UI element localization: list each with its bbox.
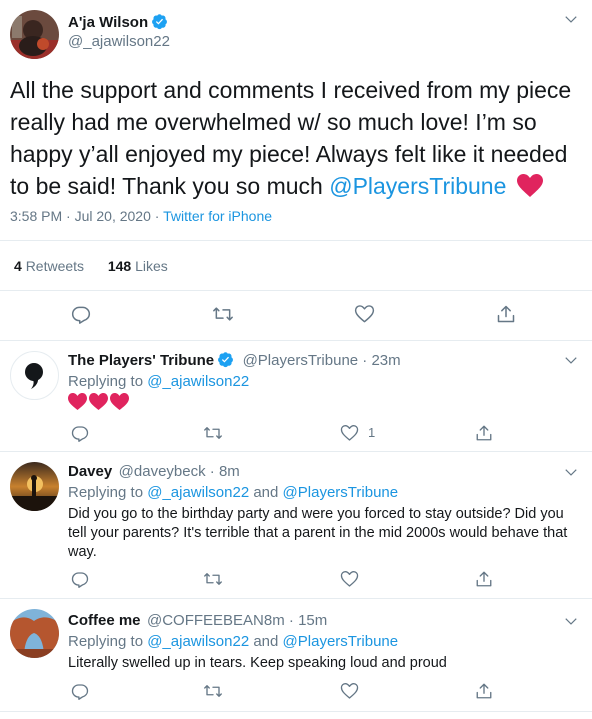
share-icon[interactable] bbox=[475, 570, 493, 588]
reply-author-name[interactable]: Coffee me bbox=[68, 612, 141, 629]
author-handle[interactable]: @_ajawilson22 bbox=[68, 33, 170, 50]
retweet-icon[interactable] bbox=[203, 424, 223, 442]
divider bbox=[0, 451, 592, 452]
replying-to-label: Replying to bbox=[68, 484, 148, 501]
like-icon[interactable] bbox=[340, 424, 359, 442]
replying-to-mention[interactable]: @PlayersTribune bbox=[283, 633, 399, 650]
author-avatar[interactable] bbox=[10, 10, 59, 59]
reply-icon[interactable] bbox=[71, 682, 89, 700]
verified-badge-icon bbox=[217, 351, 234, 373]
retweets-count: 4 bbox=[14, 258, 22, 274]
reply-text: Literally swelled up in tears. Keep spea… bbox=[68, 655, 447, 671]
reply-author-handle[interactable]: @COFFEEBEAN8m bbox=[147, 612, 285, 629]
chevron-down-icon[interactable] bbox=[564, 353, 578, 367]
likes-count: 148 bbox=[107, 258, 132, 274]
replying-to-mention[interactable]: @PlayersTribune bbox=[283, 484, 399, 501]
like-icon[interactable] bbox=[354, 304, 375, 324]
mention-link[interactable]: @PlayersTribune bbox=[329, 173, 506, 199]
reply-time[interactable]: · 23m bbox=[358, 352, 400, 369]
reply-avatar[interactable] bbox=[10, 351, 59, 400]
replying-to-mention[interactable]: @_ajawilson22 bbox=[147, 633, 249, 650]
author-name[interactable]: A'ja Wilson bbox=[68, 14, 148, 31]
reply-author-handle[interactable]: @PlayersTribune bbox=[243, 352, 359, 369]
replying-to-mention[interactable]: @_ajawilson22 bbox=[147, 373, 249, 390]
verified-badge-icon bbox=[151, 13, 168, 35]
chevron-down-icon[interactable] bbox=[564, 465, 578, 479]
reply-icon[interactable] bbox=[71, 570, 89, 588]
share-icon[interactable] bbox=[496, 304, 516, 324]
share-icon[interactable] bbox=[475, 424, 493, 442]
reply-time[interactable]: · 8m bbox=[206, 463, 240, 480]
divider bbox=[0, 290, 592, 291]
reply-author-handle[interactable]: @daveybeck bbox=[119, 463, 206, 480]
reply-icon[interactable] bbox=[71, 304, 91, 324]
chevron-down-icon[interactable] bbox=[564, 12, 578, 26]
reply-author-name[interactable]: Davey bbox=[68, 463, 112, 480]
timestamp-separator: · bbox=[150, 208, 164, 224]
replying-to-mention[interactable]: @_ajawilson22 bbox=[147, 484, 249, 501]
like-icon[interactable] bbox=[340, 570, 359, 588]
likes-label: Likes bbox=[135, 258, 168, 274]
red-heart-emoji bbox=[516, 174, 543, 206]
chevron-down-icon[interactable] bbox=[564, 614, 578, 628]
divider bbox=[0, 711, 592, 712]
replying-and-label: and bbox=[249, 484, 283, 501]
like-icon[interactable] bbox=[340, 682, 359, 700]
replying-to-label: Replying to bbox=[68, 373, 148, 390]
retweet-icon[interactable] bbox=[212, 304, 234, 324]
like-count: 1 bbox=[368, 425, 376, 440]
reply-text bbox=[68, 393, 130, 416]
tweet-source-link[interactable]: Twitter for iPhone bbox=[163, 208, 272, 224]
likes-stat[interactable]: 148 Likes bbox=[108, 258, 168, 274]
red-heart-emoji bbox=[68, 393, 129, 410]
reply-icon[interactable] bbox=[71, 424, 89, 442]
reply-author-name[interactable]: The Players' Tribune bbox=[68, 352, 214, 369]
share-icon[interactable] bbox=[475, 682, 493, 700]
replying-to-label: Replying to bbox=[68, 633, 148, 650]
reply-avatar[interactable] bbox=[10, 462, 59, 511]
retweets-label: Retweets bbox=[25, 258, 85, 274]
reply-avatar[interactable] bbox=[10, 609, 59, 658]
tweet-timestamp[interactable]: 3:58 PM · Jul 20, 2020 bbox=[10, 208, 151, 224]
replying-and-label: and bbox=[249, 633, 283, 650]
divider bbox=[0, 598, 592, 599]
reply-text: Did you go to the birthday party and wer… bbox=[68, 506, 568, 560]
retweet-icon[interactable] bbox=[203, 682, 223, 700]
tweet-stats: 4 Retweets 148 Likes bbox=[14, 258, 168, 274]
divider bbox=[0, 240, 592, 241]
retweets-stat[interactable]: 4 Retweets bbox=[14, 258, 84, 274]
reply-time[interactable]: · 15m bbox=[285, 612, 327, 629]
retweet-icon[interactable] bbox=[203, 570, 223, 588]
tweet-text: All the support and comments I received … bbox=[10, 74, 586, 206]
divider bbox=[0, 340, 592, 341]
